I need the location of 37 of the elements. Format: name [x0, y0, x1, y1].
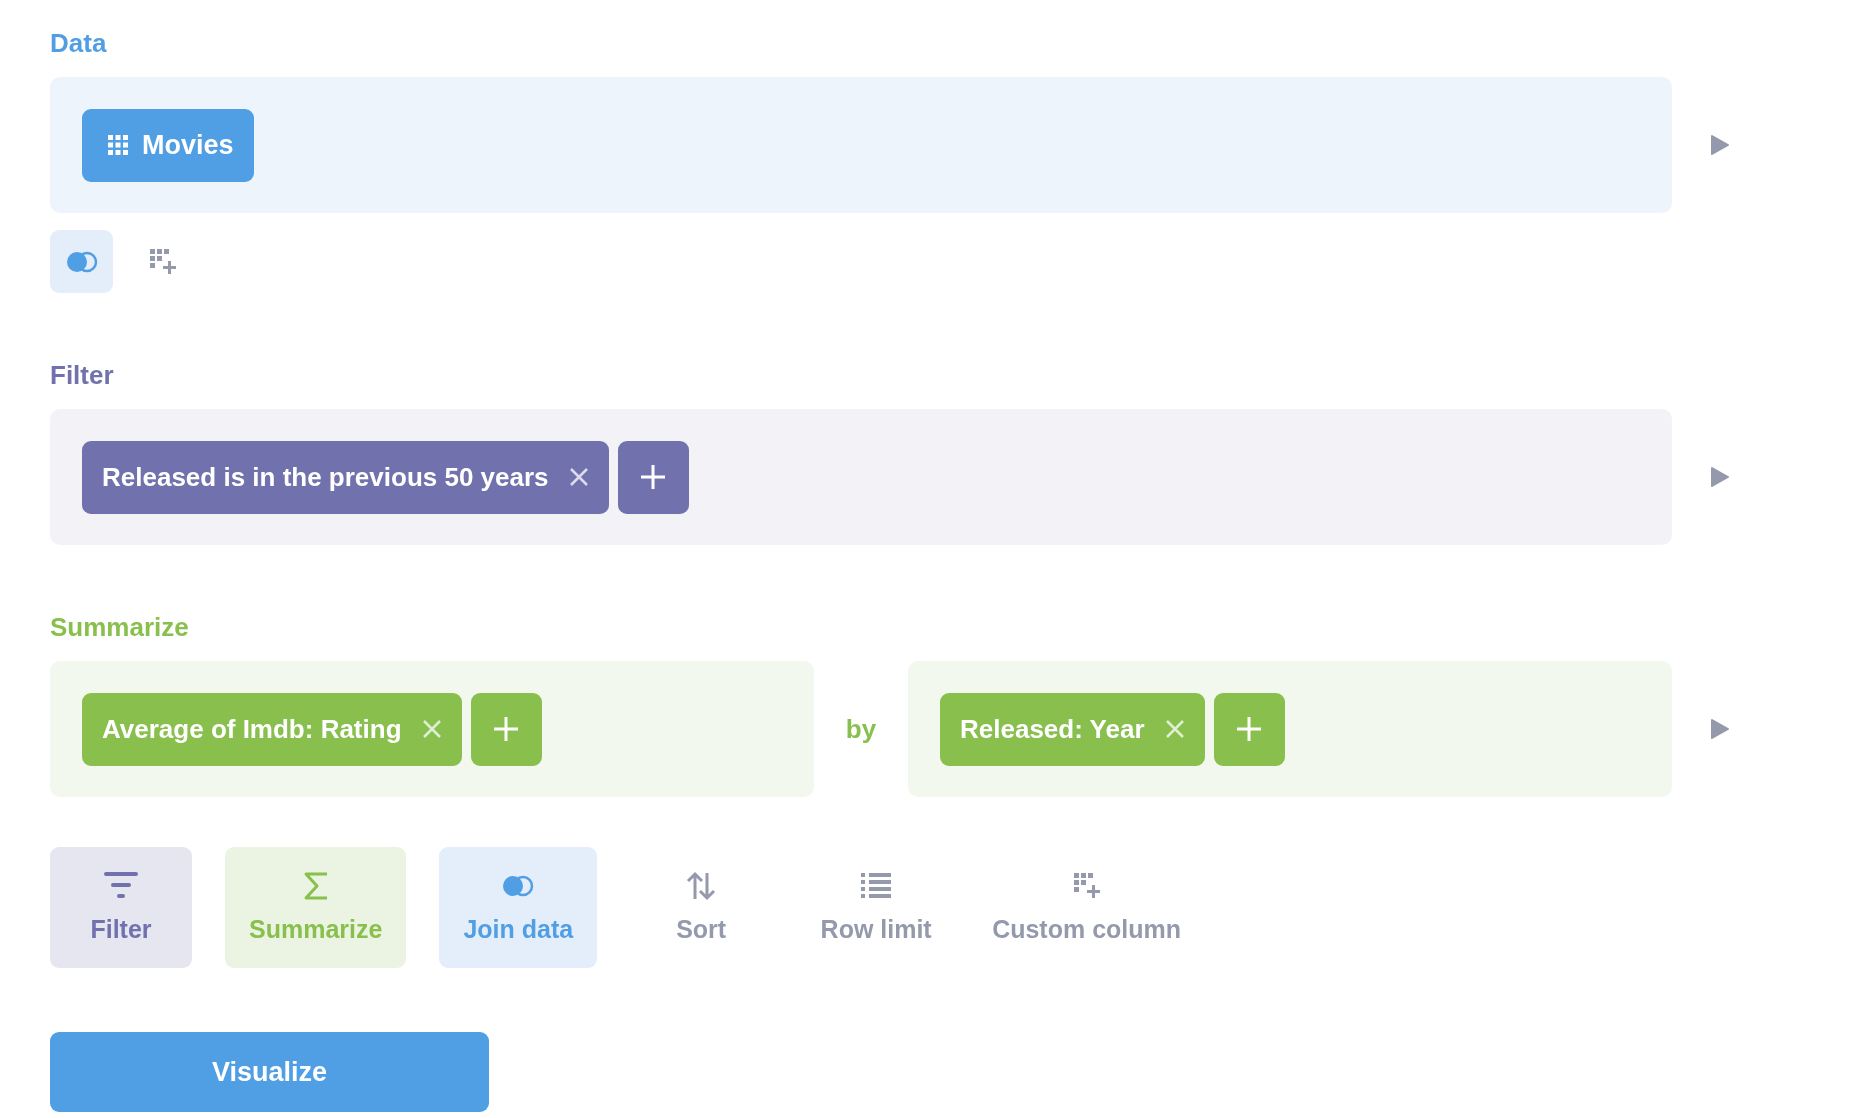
- sort-arrows-icon: [686, 871, 717, 901]
- preview-play-icon[interactable]: [1710, 718, 1730, 740]
- by-label: by: [844, 713, 878, 745]
- action-button[interactable]: Custom column: [980, 847, 1194, 968]
- action-button[interactable]: Filter: [50, 847, 192, 968]
- preview-play-icon[interactable]: [1710, 134, 1730, 156]
- list-icon: [861, 873, 892, 899]
- plus-icon: [640, 464, 667, 490]
- data-source-button[interactable]: Movies: [82, 108, 254, 182]
- filter-lines-icon: [104, 872, 138, 900]
- join-icon: [502, 875, 535, 897]
- join-button[interactable]: [50, 230, 113, 293]
- add-button[interactable]: [1213, 692, 1285, 766]
- action-button[interactable]: Join data: [439, 847, 598, 968]
- grid-plus-icon: [1073, 873, 1100, 899]
- section-title: Filter: [50, 359, 114, 392]
- table-icon: [108, 135, 128, 155]
- close-icon[interactable]: [568, 467, 589, 487]
- filter-chip[interactable]: Released is in the previous 50 years: [82, 440, 609, 514]
- metric-chip[interactable]: Average of Imdb: Rating: [82, 692, 462, 766]
- join-icon: [65, 250, 98, 273]
- action-button[interactable]: Summarize: [225, 847, 407, 968]
- add-button[interactable]: [470, 692, 542, 766]
- plus-icon: [493, 716, 519, 742]
- action-button[interactable]: Row limit: [805, 847, 948, 968]
- visualize-button[interactable]: Visualize: [50, 1032, 489, 1112]
- add-button[interactable]: [617, 440, 689, 514]
- preview-play-icon[interactable]: [1710, 466, 1730, 488]
- section-title: Data: [50, 27, 107, 60]
- grid-plus-icon: [149, 248, 176, 275]
- action-button[interactable]: Sort: [630, 847, 773, 968]
- breakout-chip[interactable]: Released: Year: [940, 692, 1205, 766]
- plus-icon: [1236, 716, 1263, 742]
- sigma-icon: [302, 871, 329, 901]
- section-title: Summarize: [50, 611, 189, 644]
- close-icon[interactable]: [421, 719, 442, 739]
- close-icon[interactable]: [1164, 719, 1185, 739]
